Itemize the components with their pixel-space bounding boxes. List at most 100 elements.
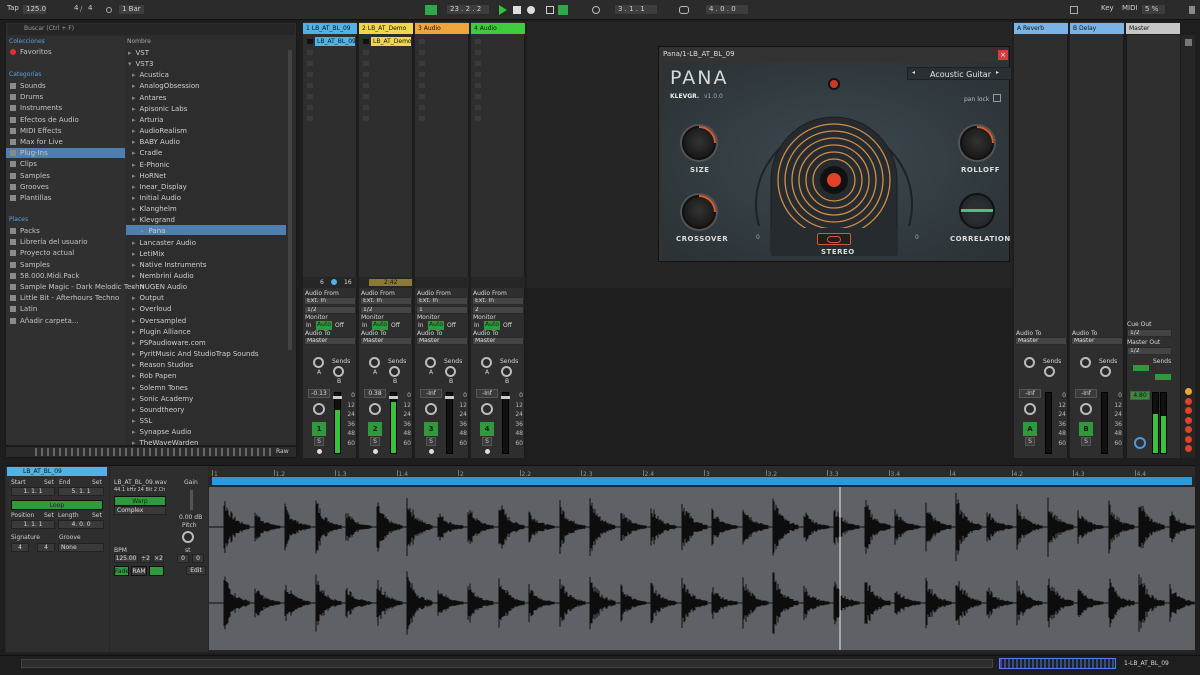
browser-item[interactable]: ▸ Lancaster Audio	[132, 239, 196, 247]
pitch-fine[interactable]: 0	[192, 554, 204, 563]
return-activator[interactable]: A	[1023, 422, 1037, 436]
category-item[interactable]: Drums	[10, 93, 43, 101]
browser-item[interactable]: ▸ Inear_Display	[132, 183, 187, 191]
send-b-knob[interactable]	[389, 366, 400, 377]
favorites-item[interactable]: Favoritos	[10, 48, 52, 56]
stop-icon[interactable]	[513, 6, 521, 14]
browser-item[interactable]: ▸ AnalogObsession	[132, 82, 200, 90]
loop-length-field[interactable]: 4 . 0 . 0	[705, 4, 749, 15]
position-field[interactable]: 1. 1. 1	[11, 520, 55, 529]
volume-field[interactable]: -Inf	[476, 389, 498, 398]
loop-brace[interactable]	[212, 477, 1192, 485]
monitor-auto[interactable]: Auto	[428, 321, 444, 330]
pan-lock-toggle[interactable]	[993, 94, 1001, 102]
input-channel-select[interactable]: 1/2	[360, 306, 412, 314]
clip-slot-stop[interactable]	[418, 71, 426, 78]
browser-item[interactable]: ▸ AudioRealism	[132, 127, 187, 135]
browser-item[interactable]: ▸ Reason Studios	[132, 361, 193, 369]
audio-from-select[interactable]: Ext. In	[304, 297, 356, 305]
browser-item[interactable]: ▾ VST3	[128, 60, 153, 68]
follow-button[interactable]	[425, 5, 437, 15]
track-header[interactable]: 3 Audio	[415, 23, 469, 34]
return-volume[interactable]: -Inf	[1075, 389, 1097, 398]
category-item[interactable]: Samples	[10, 172, 50, 180]
master-volume[interactable]: 4.80	[1130, 391, 1150, 400]
category-item[interactable]: Instruments	[10, 104, 62, 112]
browser-item[interactable]: ▸ Plugin Alliance	[132, 328, 191, 336]
half-tempo-button[interactable]: ÷2	[140, 554, 151, 563]
automation-arm-icon[interactable]	[558, 5, 568, 15]
track-activator[interactable]: 4	[480, 422, 494, 436]
master-send-green-b[interactable]	[1155, 374, 1171, 380]
category-item[interactable]: Clips	[10, 160, 37, 168]
audio-from-select[interactable]: Ext. In	[360, 297, 412, 305]
browser-item[interactable]: ▸ Rob Papen	[132, 372, 176, 380]
overdub-icon[interactable]	[546, 6, 554, 14]
clip-slot-stop[interactable]	[474, 38, 482, 45]
clip-slot-stop[interactable]	[418, 93, 426, 100]
volume-field[interactable]: 0.38	[364, 389, 386, 398]
clip-slot-stop[interactable]	[474, 71, 482, 78]
clip-slot-stop[interactable]	[418, 104, 426, 111]
cue-out-select[interactable]: 1/2	[1127, 329, 1172, 337]
browser-item[interactable]: ▸ SSL	[132, 417, 152, 425]
clip-slot-stop[interactable]	[306, 115, 314, 122]
volume-field[interactable]: -Inf	[420, 389, 442, 398]
category-item[interactable]: Plantillas	[10, 194, 51, 202]
loop-icon[interactable]	[592, 6, 600, 14]
track-header[interactable]: 1 LB_AT_BL_09	[303, 23, 357, 34]
browser-scrollbar[interactable]	[288, 50, 292, 350]
monitor-off[interactable]: Off	[391, 322, 400, 329]
arm-button[interactable]	[429, 449, 434, 454]
browser-item[interactable]: ▸ Sonic Academy	[132, 395, 193, 403]
sig-den-field[interactable]: 4	[37, 543, 55, 552]
browser-item[interactable]: ▸ LetiMix	[132, 250, 164, 258]
monitor-off[interactable]: Off	[503, 322, 512, 329]
browser-item[interactable]: ▸ Solemn Tones	[132, 384, 188, 392]
indicator-dot[interactable]	[1185, 435, 1192, 443]
key-map-button[interactable]: Key	[1098, 4, 1114, 15]
category-item[interactable]: Sounds	[10, 82, 46, 90]
return-send-a-knob[interactable]	[1024, 357, 1035, 368]
signature-den[interactable]: 4	[85, 4, 93, 15]
monitor-auto[interactable]: Auto	[484, 321, 500, 330]
browser-item[interactable]: ▸ HoRNet	[132, 172, 166, 180]
input-channel-select[interactable]: 1	[416, 306, 468, 314]
gain-slider[interactable]	[190, 490, 193, 510]
browser-item[interactable]: ▸ PSPaudioware.com	[132, 339, 206, 347]
start-set-label[interactable]: Set	[44, 479, 54, 486]
clip-slot-stop[interactable]	[362, 115, 370, 122]
draw-mode-icon[interactable]	[1070, 6, 1078, 14]
clip-slot-stop[interactable]	[362, 93, 370, 100]
send-a-knob[interactable]	[313, 357, 324, 368]
raw-button[interactable]: Raw	[276, 448, 289, 455]
category-item[interactable]: Max for Live	[10, 138, 63, 146]
preset-next-icon[interactable]: ▸	[996, 69, 999, 76]
browser-item[interactable]: ▸ E-Phonic	[132, 161, 170, 169]
overview-minimap[interactable]	[999, 658, 1116, 669]
clip-slot-stop[interactable]	[306, 38, 314, 45]
indicator-dot[interactable]	[1185, 426, 1192, 433]
clip-slot-stop[interactable]	[306, 93, 314, 100]
pan-knob[interactable]	[313, 403, 325, 415]
edit-button[interactable]: Edit	[186, 566, 206, 575]
monitor-in[interactable]: In	[474, 322, 480, 329]
indicator-dot[interactable]	[1185, 407, 1192, 414]
master-send-green-a[interactable]	[1133, 365, 1149, 371]
track-header[interactable]: 4 Audio	[471, 23, 525, 34]
monitor-auto[interactable]: Auto	[316, 321, 332, 330]
loop-toggle[interactable]: Loop	[11, 500, 103, 510]
record-icon[interactable]	[527, 6, 535, 14]
groove-field[interactable]: None	[58, 543, 104, 552]
clip-slot-stop[interactable]	[306, 104, 314, 111]
browser-item[interactable]: ▸ NUGEN Audio	[132, 283, 187, 291]
end-set-label[interactable]: Set	[92, 479, 102, 486]
solo-button[interactable]: S	[314, 437, 324, 446]
return-header[interactable]: A Reverb	[1014, 23, 1068, 34]
clip-slot-stop[interactable]	[418, 49, 426, 56]
master-cue-knob[interactable]	[1134, 437, 1146, 449]
fade-toggle[interactable]: Fade	[114, 566, 129, 576]
play-icon[interactable]	[499, 5, 507, 15]
track-activator[interactable]: 3	[424, 422, 438, 436]
return-audio-to-select[interactable]: Master	[1015, 337, 1067, 345]
